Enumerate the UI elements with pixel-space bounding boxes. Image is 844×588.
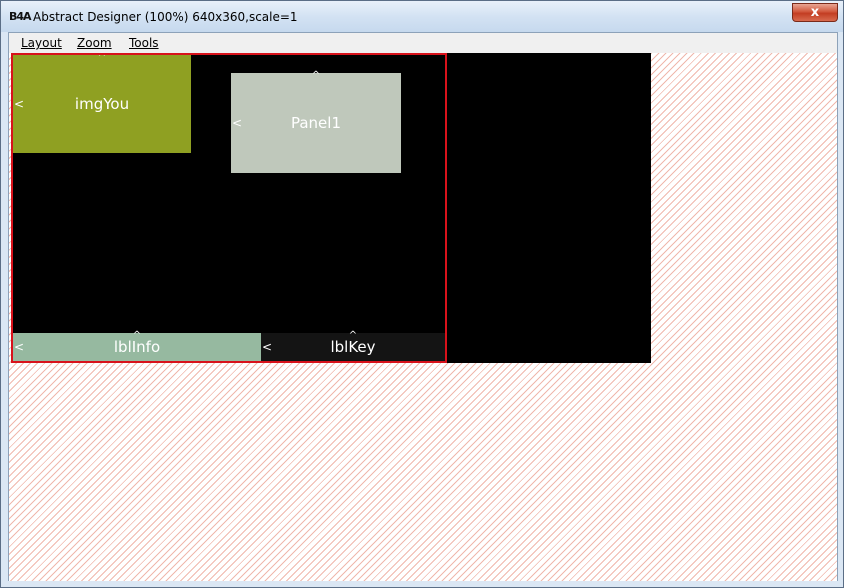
view-imgyou[interactable]: ^ < imgYou	[13, 53, 191, 153]
designer-window: B4A Abstract Designer (100%) 640x360,sca…	[0, 0, 844, 588]
menu-bar: Layout Zoom Tools	[9, 33, 837, 54]
resize-handle-top-icon[interactable]: ^	[312, 71, 320, 81]
view-lblinfo[interactable]: ^ < lblInfo	[13, 331, 261, 361]
window-title: Abstract Designer (100%) 640x360,scale=1	[33, 10, 298, 24]
menu-layout-label: Layout	[21, 36, 62, 50]
resize-handle-left-icon[interactable]: <	[232, 117, 242, 129]
menu-zoom[interactable]: Zoom	[77, 36, 112, 50]
view-panel1[interactable]: ^ < Panel1	[231, 71, 401, 173]
design-canvas[interactable]: ^ < imgYou ^ < Panel1 ^ < lblInfo ^ < lb…	[9, 53, 837, 581]
view-label: imgYou	[74, 95, 130, 113]
b4a-app-icon: B4A	[9, 10, 32, 23]
view-lblkey[interactable]: ^ < lblKey	[261, 331, 445, 361]
device-screen[interactable]: ^ < imgYou ^ < Panel1 ^ < lblInfo ^ < lb…	[11, 53, 651, 363]
resize-handle-left-icon[interactable]: <	[14, 341, 24, 353]
menu-zoom-label: Zoom	[77, 36, 112, 50]
close-button[interactable]: x	[792, 3, 838, 22]
resize-handle-left-icon[interactable]: <	[262, 341, 272, 353]
resize-handle-top-icon[interactable]: ^	[98, 53, 106, 63]
resize-handle-left-icon[interactable]: <	[14, 98, 24, 110]
view-label: Panel1	[290, 114, 341, 132]
resize-handle-top-icon[interactable]: ^	[133, 331, 141, 341]
title-bar[interactable]: B4A Abstract Designer (100%) 640x360,sca…	[1, 1, 843, 32]
menu-tools[interactable]: Tools	[129, 36, 159, 50]
menu-layout[interactable]: Layout	[21, 36, 62, 50]
designer-client-area: Layout Zoom Tools ^ < imgYou ^ < Panel1 …	[8, 32, 838, 581]
resize-handle-top-icon[interactable]: ^	[349, 331, 357, 341]
menu-tools-label: Tools	[129, 36, 159, 50]
